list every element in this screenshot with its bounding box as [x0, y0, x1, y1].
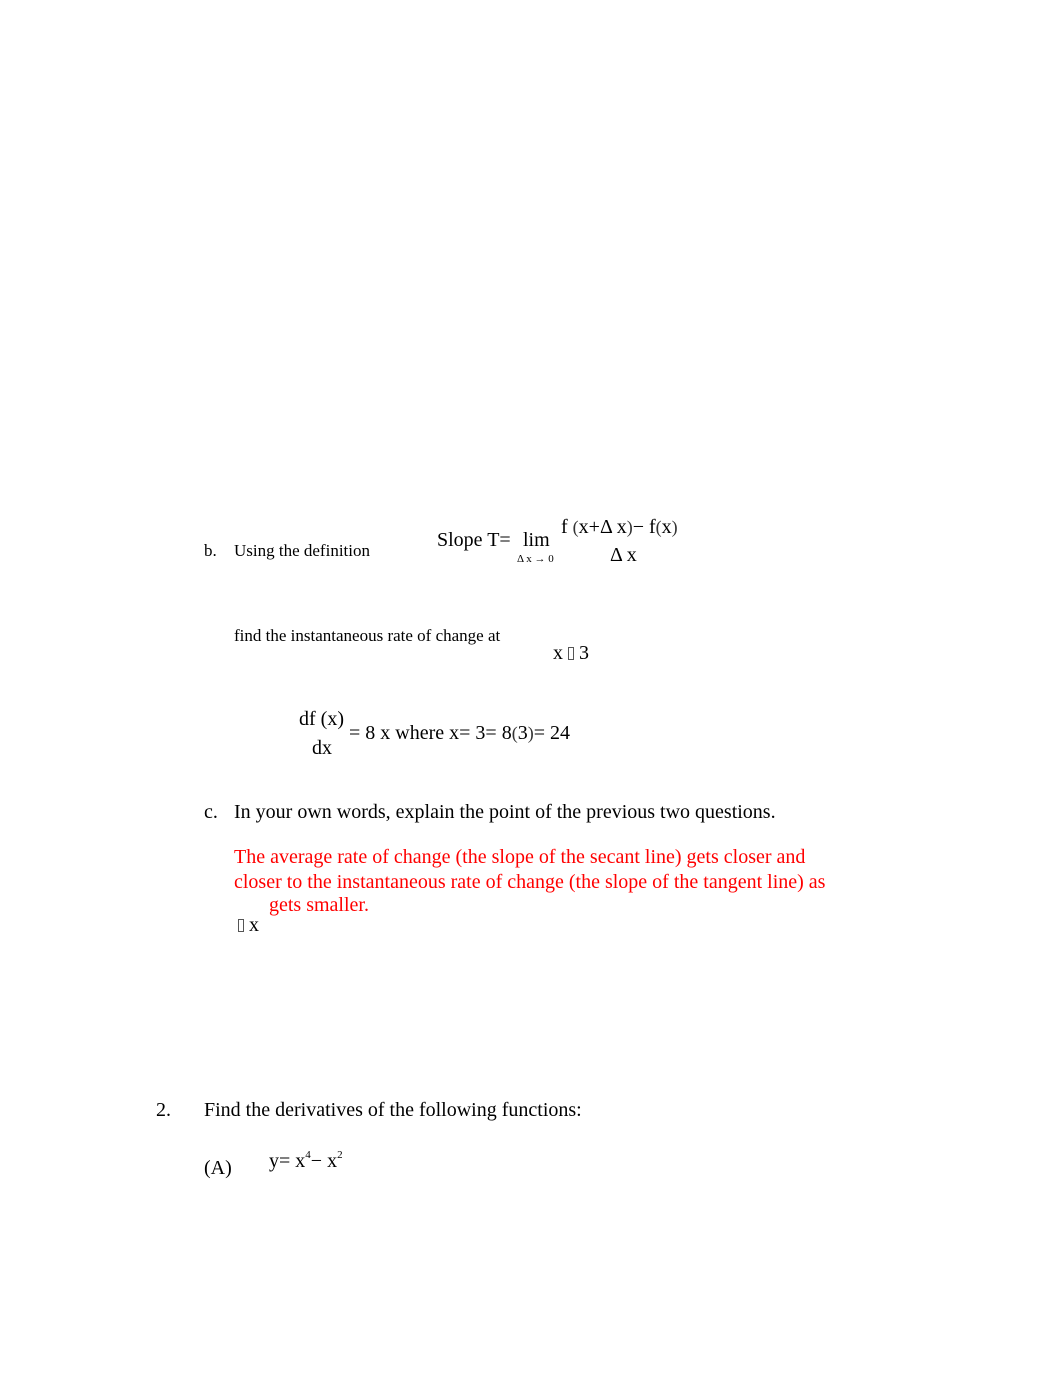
- missing-symbol-icon: [568, 647, 574, 660]
- formula-lim: lim: [523, 529, 550, 551]
- part-c-answer-line-3: gets smaller.: [269, 894, 369, 916]
- question-2-prompt: Find the derivatives of the following fu…: [204, 1099, 582, 1121]
- derivative-evaluation: = 8 x where x= 3= 8(3)= 24: [349, 722, 570, 745]
- part-b-condition: x 3: [553, 642, 589, 665]
- question-2-number: 2.: [156, 1099, 171, 1121]
- missing-delta-symbol-icon: [238, 919, 244, 932]
- numerator-f2: f: [649, 516, 656, 538]
- item-a-function: y= x4− x2: [269, 1149, 343, 1173]
- numerator-close-paren-2: ): [671, 517, 678, 537]
- condition-var: x: [553, 642, 563, 664]
- part-b-intro: Using the definition: [234, 541, 370, 560]
- term1-exponent: 4: [305, 1149, 311, 1161]
- term1-base: x: [295, 1150, 306, 1172]
- evaluation-part-a: = 8 x where x=: [349, 722, 471, 744]
- numerator-arg1: x+Δ x: [578, 516, 627, 538]
- derivative-denominator: dx: [312, 737, 332, 759]
- formula-numerator: f (x+Δ x)− f(x): [561, 516, 678, 539]
- term2-exponent: 2: [337, 1149, 343, 1161]
- operator: −: [310, 1150, 323, 1172]
- numerator-f1: f: [561, 516, 568, 538]
- function-lhs: y=: [269, 1150, 291, 1172]
- term2-base: x: [327, 1150, 338, 1172]
- part-b-label: b.: [204, 541, 217, 560]
- delta-var: x: [249, 914, 259, 936]
- part-c-answer-line-1: The average rate of change (the slope of…: [234, 846, 806, 868]
- part-c-question: In your own words, explain the point of …: [234, 801, 776, 823]
- formula-denominator: Δ x: [610, 544, 637, 566]
- derivative-numerator: df (x): [299, 708, 344, 730]
- formula-lim-subscript: Δ x → 0: [517, 553, 554, 565]
- evaluation-part-b: 3= 8: [475, 722, 512, 744]
- evaluation-result: = 24: [533, 722, 570, 744]
- part-c-delta-x: x: [238, 914, 259, 937]
- evaluation-three: 3: [517, 722, 528, 744]
- part-c-label: c.: [204, 801, 218, 823]
- item-a-label: (A): [204, 1157, 232, 1179]
- numerator-minus: −: [632, 516, 644, 538]
- condition-value: 3: [579, 642, 589, 664]
- numerator-arg2: x: [661, 516, 672, 538]
- part-b-prompt: find the instantaneous rate of change at: [234, 626, 501, 645]
- part-c-answer-line-2: closer to the instantaneous rate of chan…: [234, 871, 826, 893]
- formula-lhs: Slope T=: [437, 529, 511, 551]
